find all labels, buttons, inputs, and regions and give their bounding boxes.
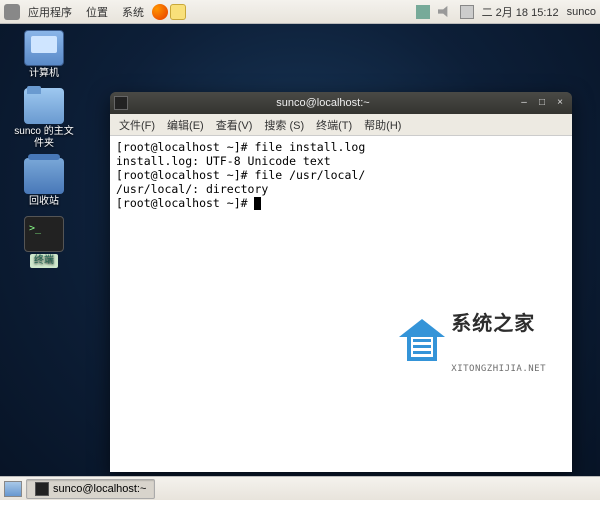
watermark: 系统之家 XITONGZHIJIA.NET [399, 279, 546, 402]
menu-file[interactable]: 文件(F) [114, 115, 160, 135]
network-icon[interactable] [416, 5, 430, 19]
desktop-icon-label: 回收站 [14, 196, 74, 208]
menu-view[interactable]: 查看(V) [211, 115, 258, 135]
home-folder-icon [24, 88, 64, 124]
desktop-icons: 计算机 sunco 的主文件夹 回收站 终端 [14, 30, 74, 268]
menu-search[interactable]: 搜索 (S) [259, 115, 309, 135]
terminal-menubar: 文件(F) 编辑(E) 查看(V) 搜索 (S) 终端(T) 帮助(H) [110, 114, 572, 136]
terminal-window: sunco@localhost:~ – □ × 文件(F) 编辑(E) 查看(V… [110, 92, 572, 472]
watermark-subtitle: XITONGZHIJIA.NET [451, 364, 546, 374]
watermark-logo-icon [399, 319, 445, 363]
desktop-background: 应用程序 位置 系统 二 2月 18 15:12 sunco 计算机 sunco… [0, 0, 600, 500]
taskbar-item-terminal[interactable]: sunco@localhost:~ [26, 479, 155, 499]
bottom-panel: sunco@localhost:~ [0, 476, 600, 500]
page-margin [0, 500, 600, 518]
terminal-line: /usr/local/: directory [116, 182, 268, 196]
menu-help[interactable]: 帮助(H) [359, 115, 406, 135]
desktop-icon-label: sunco 的主文件夹 [14, 126, 74, 150]
desktop-icon-label: 终端 [14, 254, 74, 268]
firefox-launcher-icon[interactable] [152, 4, 168, 20]
desktop-icon-computer[interactable]: 计算机 [14, 30, 74, 80]
terminal-app-icon [114, 96, 128, 110]
volume-icon[interactable] [438, 5, 452, 19]
minimize-button[interactable]: – [516, 96, 532, 110]
menu-applications[interactable]: 应用程序 [22, 2, 78, 22]
terminal-output[interactable]: [root@localhost ~]# file install.log ins… [110, 136, 572, 472]
terminal-line: [root@localhost ~]# file /usr/local/ [116, 168, 365, 182]
computer-icon [24, 30, 64, 66]
clock[interactable]: 二 2月 18 15:12 [482, 4, 559, 20]
terminal-line: [root@localhost ~]# [116, 196, 254, 210]
trash-icon [24, 158, 64, 194]
maximize-button[interactable]: □ [534, 96, 550, 110]
menu-terminal[interactable]: 终端(T) [311, 115, 357, 135]
watermark-title: 系统之家 [451, 307, 546, 336]
terminal-line: [root@localhost ~]# file install.log [116, 140, 365, 154]
top-panel: 应用程序 位置 系统 二 2月 18 15:12 sunco [0, 0, 600, 24]
show-desktop-button[interactable] [4, 481, 22, 497]
menu-places[interactable]: 位置 [80, 2, 114, 22]
taskbar-item-label: sunco@localhost:~ [53, 483, 146, 495]
terminal-cursor [254, 197, 261, 210]
close-button[interactable]: × [552, 96, 568, 110]
notes-launcher-icon[interactable] [170, 4, 186, 20]
desktop-icon-terminal[interactable]: 终端 [14, 216, 74, 268]
desktop-icon-trash[interactable]: 回收站 [14, 158, 74, 208]
terminal-line: install.log: UTF-8 Unicode text [116, 154, 331, 168]
menu-system[interactable]: 系统 [116, 2, 150, 22]
terminal-icon [24, 216, 64, 252]
window-title: sunco@localhost:~ [132, 97, 514, 109]
menu-edit[interactable]: 编辑(E) [162, 115, 209, 135]
desktop-icon-label: 计算机 [14, 68, 74, 80]
terminal-icon [35, 482, 49, 496]
window-titlebar[interactable]: sunco@localhost:~ – □ × [110, 92, 572, 114]
user-menu[interactable]: sunco [567, 6, 596, 18]
desktop-icon-home[interactable]: sunco 的主文件夹 [14, 88, 74, 150]
gnome-foot-icon [4, 4, 20, 20]
battery-icon[interactable] [460, 5, 474, 19]
